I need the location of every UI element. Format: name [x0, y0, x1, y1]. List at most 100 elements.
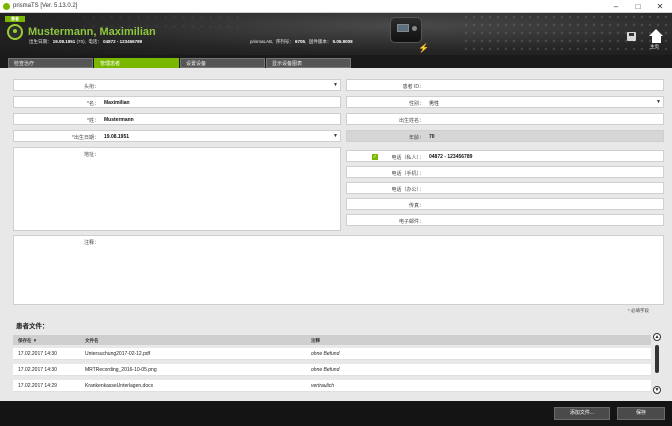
tab-manage-patient[interactable]: 管理患者	[94, 58, 179, 68]
lastname-value[interactable]: Mustermann	[104, 117, 134, 123]
tab-configure-device[interactable]: 设置设备	[180, 58, 265, 68]
file-name: Untersuchung2017-02-12.pdf	[85, 351, 151, 357]
phone-label: 电话：	[88, 39, 102, 44]
title-dropdown-icon[interactable]: ▼	[333, 82, 338, 88]
gender-row[interactable]: 性别： 男性 ▼	[346, 96, 664, 108]
header-pattern	[462, 13, 672, 55]
age-field-value: 70	[429, 134, 435, 140]
col-saved-on[interactable]: 保存在 ▼	[18, 338, 37, 344]
scroll-up-icon[interactable]: ▲	[653, 333, 661, 341]
files-scrollbar[interactable]: ▲ ▼	[652, 333, 662, 396]
add-file-button[interactable]: 添加文件...	[554, 407, 610, 420]
save-icon[interactable]	[627, 32, 636, 41]
home-icon-roof	[649, 29, 663, 36]
address-label: 地址：	[83, 152, 99, 158]
patient-badge: 患者	[5, 16, 25, 22]
phone-private-value[interactable]: 04872 - 123456789	[429, 154, 472, 160]
dob-row[interactable]: *出生日期： 19.08.1951 ▼	[13, 130, 341, 142]
app-icon	[3, 3, 10, 10]
file-date: 17.02.2017 14:30	[18, 351, 57, 357]
file-date: 17.02.2017 14:30	[18, 367, 57, 373]
usb-icon: ⚡	[418, 43, 430, 53]
phone-private-row[interactable]: ✓ 电话（私人）： 04872 - 123456789	[346, 150, 664, 162]
patient-header: 患者 Mustermann, Maximilian 出生日期： 19.08.19…	[0, 13, 672, 55]
table-row[interactable]: 17.02.2017 14:29 KrankenkasseUnterlagen.…	[13, 380, 651, 392]
file-note: ohne Befund	[311, 351, 340, 357]
tab-device-charts[interactable]: 显示设备图表	[266, 58, 351, 68]
dob-dropdown-icon[interactable]: ▼	[333, 133, 338, 139]
device-name: prismaLAB	[250, 39, 273, 44]
gender-value: 男性	[429, 101, 440, 107]
serial-label: 序列号：	[275, 39, 294, 44]
table-header: 保存在 ▼ 文件名 注释	[13, 335, 651, 345]
window-titlebar: prismaTS [Ver. 5.13.0.2] – □ ✕	[0, 0, 672, 13]
col-note[interactable]: 注释	[311, 338, 320, 344]
phone-office-row[interactable]: 电话（办公）：	[346, 182, 664, 194]
dob-field-label: *出生日期：	[72, 135, 99, 141]
col-filename[interactable]: 文件名	[85, 338, 99, 344]
scroll-down-icon[interactable]: ▼	[653, 386, 661, 394]
tab-bar: 检查治疗 管理患者 设置设备 显示设备图表	[0, 55, 672, 68]
lastname-label: *姓：	[87, 118, 99, 124]
phone-mobile-row[interactable]: 电话（手机）：	[346, 166, 664, 178]
minimize-button[interactable]: –	[606, 1, 626, 12]
tab-examine-treat[interactable]: 检查治疗	[8, 58, 93, 68]
phone-value: 04872 - 123456789	[103, 39, 143, 44]
file-note: vertraulich	[311, 383, 335, 389]
fw-label: 固件版本：	[308, 39, 332, 44]
file-note: ohne Befund	[311, 367, 340, 373]
home-icon[interactable]	[649, 29, 664, 43]
phone-office-label: 电话（办公）：	[391, 187, 424, 193]
close-button[interactable]: ✕	[650, 1, 670, 12]
table-row[interactable]: 17.02.2017 14:30 MRTRecording_2016-10-05…	[13, 364, 651, 376]
age-row: 年龄： 70	[346, 130, 664, 142]
notes-label: 注释：	[83, 240, 99, 246]
dob-label: 出生日期：	[29, 39, 52, 44]
window-title: prismaTS [Ver. 5.13.0.2]	[13, 3, 78, 9]
device-image	[390, 17, 422, 43]
patient-id-row[interactable]: 患者 ID：	[346, 79, 664, 91]
gender-dropdown-icon[interactable]: ▼	[656, 99, 661, 105]
serial-value: 6705	[295, 39, 306, 44]
patient-info: 出生日期： 19.08.1951 (70), 电话： 04872 - 12345…	[29, 39, 143, 44]
file-name: KrankenkasseUnterlagen.docx	[85, 383, 154, 389]
lastname-row[interactable]: *姓： Mustermann	[13, 113, 341, 125]
device-screen	[397, 24, 409, 32]
file-name: MRTRecording_2016-10-05.png	[85, 367, 157, 373]
patient-name: Mustermann, Maximilian	[28, 26, 156, 38]
maximize-button[interactable]: □	[628, 1, 648, 12]
dob-field-value[interactable]: 19.08.1951	[104, 134, 129, 140]
firstname-label: *名：	[87, 101, 99, 107]
table-row[interactable]: 17.02.2017 14:30 Untersuchung2017-02-12.…	[13, 348, 651, 360]
phone-private-label: 电话（私人）：	[391, 155, 424, 161]
device-knob	[412, 26, 417, 31]
required-fields-note: * 必填字段	[628, 308, 650, 313]
home-icon-body	[652, 36, 661, 43]
fax-row[interactable]: 传真：	[346, 198, 664, 210]
title-label: 头衔：	[83, 84, 99, 90]
footer-bar: 添加文件... 保存	[0, 401, 672, 426]
file-date: 17.02.2017 14:29	[18, 383, 57, 389]
patient-files-table: 保存在 ▼ 文件名 注释 17.02.2017 14:30 Untersuchu…	[13, 335, 651, 395]
save-button[interactable]: 保存	[617, 407, 665, 420]
birthname-label: 出生姓名：	[398, 118, 424, 124]
gender-label: 性别：	[408, 101, 424, 107]
fw-value: 5.05.9008	[332, 39, 353, 44]
dob-value: 19.08.1951	[52, 39, 76, 44]
patient-id-label: 患者 ID：	[402, 84, 424, 90]
home-label[interactable]: 主页	[650, 44, 659, 50]
birthname-row[interactable]: 出生姓名：	[346, 113, 664, 125]
title-row[interactable]: 头衔： ▼	[13, 79, 341, 91]
scroll-thumb[interactable]	[655, 345, 659, 373]
email-row[interactable]: 电子邮件：	[346, 214, 664, 226]
fax-label: 传真：	[408, 203, 424, 209]
patient-files-title: 患者文件：	[16, 323, 49, 330]
age-value: (70)	[76, 39, 85, 44]
firstname-row[interactable]: *名： Maximilian	[13, 96, 341, 108]
address-field[interactable]: 地址：	[13, 147, 341, 231]
device-info: prismaLAB, 序列号： 6705, 固件版本： 5.05.9008	[250, 39, 353, 44]
phone-mobile-label: 电话（手机）：	[391, 171, 424, 177]
notes-field[interactable]: 注释：	[13, 235, 664, 305]
email-label: 电子邮件：	[398, 219, 424, 225]
firstname-value[interactable]: Maximilian	[104, 100, 130, 106]
